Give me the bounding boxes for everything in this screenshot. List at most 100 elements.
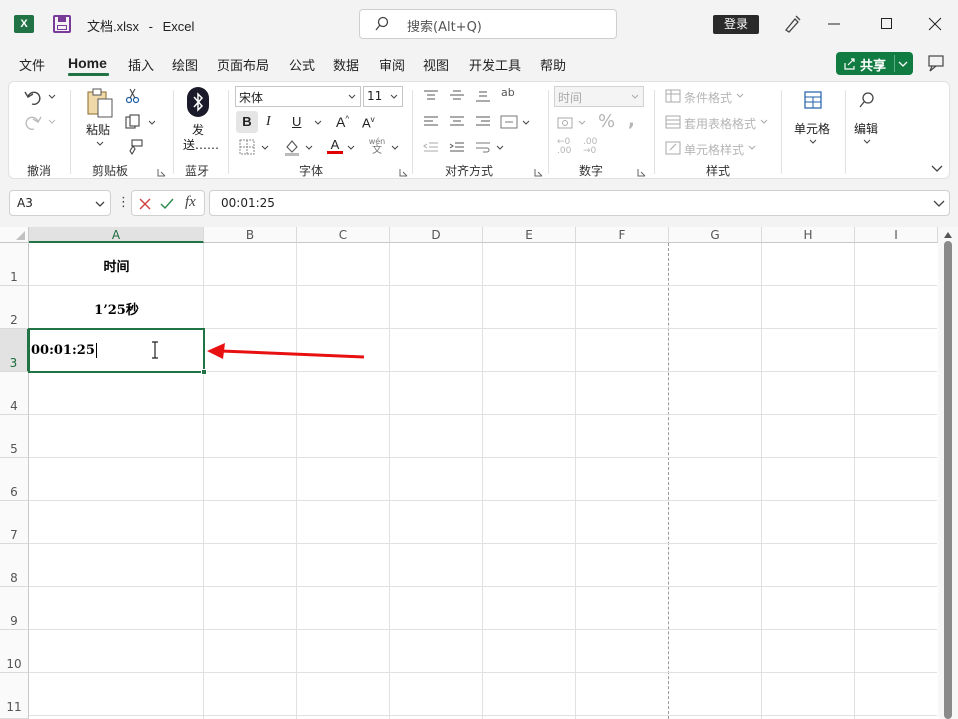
row-header-10[interactable]: 10 xyxy=(0,630,29,673)
tab-data[interactable]: 数据 xyxy=(333,55,359,74)
paste-icon[interactable] xyxy=(85,87,115,119)
comma-style-icon[interactable]: , xyxy=(628,110,635,131)
row-header-3[interactable]: 3 xyxy=(0,329,29,372)
edit-label[interactable]: 编辑 xyxy=(854,120,878,137)
align-center-icon[interactable] xyxy=(449,115,465,129)
search-box[interactable]: 搜索(Alt+Q) xyxy=(359,9,617,39)
cells-dropdown-icon[interactable] xyxy=(809,138,817,146)
undo-icon[interactable] xyxy=(23,88,43,106)
select-all-corner[interactable] xyxy=(0,227,29,243)
tab-file[interactable]: 文件 xyxy=(19,55,45,74)
accounting-format-icon[interactable] xyxy=(557,115,575,131)
column-header-i[interactable]: I xyxy=(855,227,938,243)
column-header-b[interactable]: B xyxy=(204,227,297,243)
italic-button[interactable]: I xyxy=(266,114,271,130)
save-icon[interactable] xyxy=(53,15,71,33)
cut-icon[interactable] xyxy=(125,88,141,104)
alignment-launcher-icon[interactable] xyxy=(534,168,543,177)
align-bottom-icon[interactable] xyxy=(475,89,491,103)
align-left-icon[interactable] xyxy=(423,115,439,129)
increase-font-size-button[interactable]: A^ xyxy=(336,114,349,130)
accounting-dropdown-icon[interactable] xyxy=(578,119,586,127)
conditional-format-icon[interactable] xyxy=(665,89,681,103)
find-icon[interactable] xyxy=(858,91,876,109)
font-color-icon[interactable]: A xyxy=(327,137,343,157)
share-button[interactable]: 共享 xyxy=(836,52,913,75)
cell-a2[interactable]: 1’25秒 xyxy=(29,299,204,318)
underline-button[interactable]: U xyxy=(292,114,301,129)
align-top-icon[interactable] xyxy=(423,89,439,103)
row-header-7[interactable]: 7 xyxy=(0,501,29,544)
row-header-8[interactable]: 8 xyxy=(0,544,29,587)
scrollbar-thumb[interactable] xyxy=(944,241,952,719)
font-color-dropdown-icon[interactable] xyxy=(347,144,355,152)
scroll-up-icon[interactable] xyxy=(943,231,953,239)
fill-handle[interactable] xyxy=(201,369,207,375)
minimize-icon[interactable] xyxy=(827,17,841,31)
cell-styles-label[interactable]: 单元格样式 xyxy=(684,141,744,158)
conditional-format-label[interactable]: 条件格式 xyxy=(684,89,732,106)
paste-label[interactable]: 粘贴 xyxy=(86,121,110,138)
tab-help[interactable]: 帮助 xyxy=(540,55,566,74)
table-format-icon[interactable] xyxy=(665,115,681,129)
align-right-icon[interactable] xyxy=(475,115,491,129)
number-launcher-icon[interactable] xyxy=(637,168,646,177)
insert-function-icon[interactable]: fx xyxy=(185,194,196,211)
vertical-scrollbar[interactable] xyxy=(938,227,958,719)
tab-page-layout[interactable]: 页面布局 xyxy=(217,55,269,74)
column-header-g[interactable]: G xyxy=(669,227,762,243)
phonetic-dropdown-icon[interactable] xyxy=(391,144,399,152)
copy-icon[interactable] xyxy=(125,114,141,130)
fill-color-dropdown-icon[interactable] xyxy=(305,144,313,152)
close-icon[interactable] xyxy=(928,17,942,31)
column-header-c[interactable]: C xyxy=(297,227,390,243)
cell-styles-dropdown-icon[interactable] xyxy=(748,144,756,152)
redo-dropdown-icon[interactable] xyxy=(48,118,56,126)
formula-bar-more-icon[interactable]: ⋮ xyxy=(117,195,130,210)
send-label-line2[interactable]: 送…… xyxy=(183,136,219,153)
cells-icon[interactable] xyxy=(804,91,822,109)
collapse-ribbon-icon[interactable] xyxy=(931,164,943,174)
font-size-select[interactable]: 11 xyxy=(363,86,403,107)
cell-a3[interactable]: 00:01:25 xyxy=(31,343,97,358)
table-format-dropdown-icon[interactable] xyxy=(760,118,768,126)
underline-dropdown-icon[interactable] xyxy=(314,119,322,127)
tab-insert[interactable]: 插入 xyxy=(128,55,154,74)
column-header-e[interactable]: E xyxy=(483,227,576,243)
login-button[interactable]: 登录 xyxy=(713,15,759,34)
tab-developer[interactable]: 开发工具 xyxy=(469,55,521,74)
row-header-5[interactable]: 5 xyxy=(0,415,29,458)
formula-input[interactable]: 00:01:25 xyxy=(209,190,950,216)
tab-formulas[interactable]: 公式 xyxy=(289,55,315,74)
designer-pen-icon[interactable] xyxy=(782,14,802,34)
column-header-h[interactable]: H xyxy=(762,227,855,243)
number-format-select[interactable]: 时间 xyxy=(554,86,644,107)
merge-dropdown-icon[interactable] xyxy=(522,119,530,127)
clipboard-launcher-icon[interactable] xyxy=(157,168,166,177)
cell-styles-icon[interactable] xyxy=(665,141,681,155)
row-header-11[interactable]: 11 xyxy=(0,673,29,719)
wrap-dropdown-icon[interactable] xyxy=(496,144,504,152)
name-box[interactable]: A3 xyxy=(9,190,111,216)
merge-center-icon[interactable] xyxy=(500,115,518,129)
row-header-9[interactable]: 9 xyxy=(0,587,29,630)
edit-dropdown-icon[interactable] xyxy=(863,138,871,146)
confirm-entry-icon[interactable] xyxy=(159,197,175,211)
table-format-label[interactable]: 套用表格格式 xyxy=(684,115,756,132)
comments-icon[interactable] xyxy=(926,54,946,74)
paste-dropdown-icon[interactable] xyxy=(96,140,104,148)
wrap-text-icon[interactable] xyxy=(475,141,491,155)
borders-icon[interactable] xyxy=(239,139,255,155)
font-name-select[interactable]: 宋体 xyxy=(235,86,361,107)
tab-home[interactable]: Home xyxy=(68,55,107,71)
row-header-4[interactable]: 4 xyxy=(0,372,29,415)
bluetooth-icon[interactable] xyxy=(187,87,209,117)
column-header-f[interactable]: F xyxy=(576,227,669,243)
decrease-indent-icon[interactable] xyxy=(423,141,439,155)
row-header-1[interactable]: 1 xyxy=(0,243,29,286)
percent-style-icon[interactable]: % xyxy=(598,111,615,132)
cells-label[interactable]: 单元格 xyxy=(794,120,830,137)
align-middle-icon[interactable] xyxy=(449,89,465,103)
orientation-icon[interactable]: ab xyxy=(501,86,515,99)
row-header-6[interactable]: 6 xyxy=(0,458,29,501)
